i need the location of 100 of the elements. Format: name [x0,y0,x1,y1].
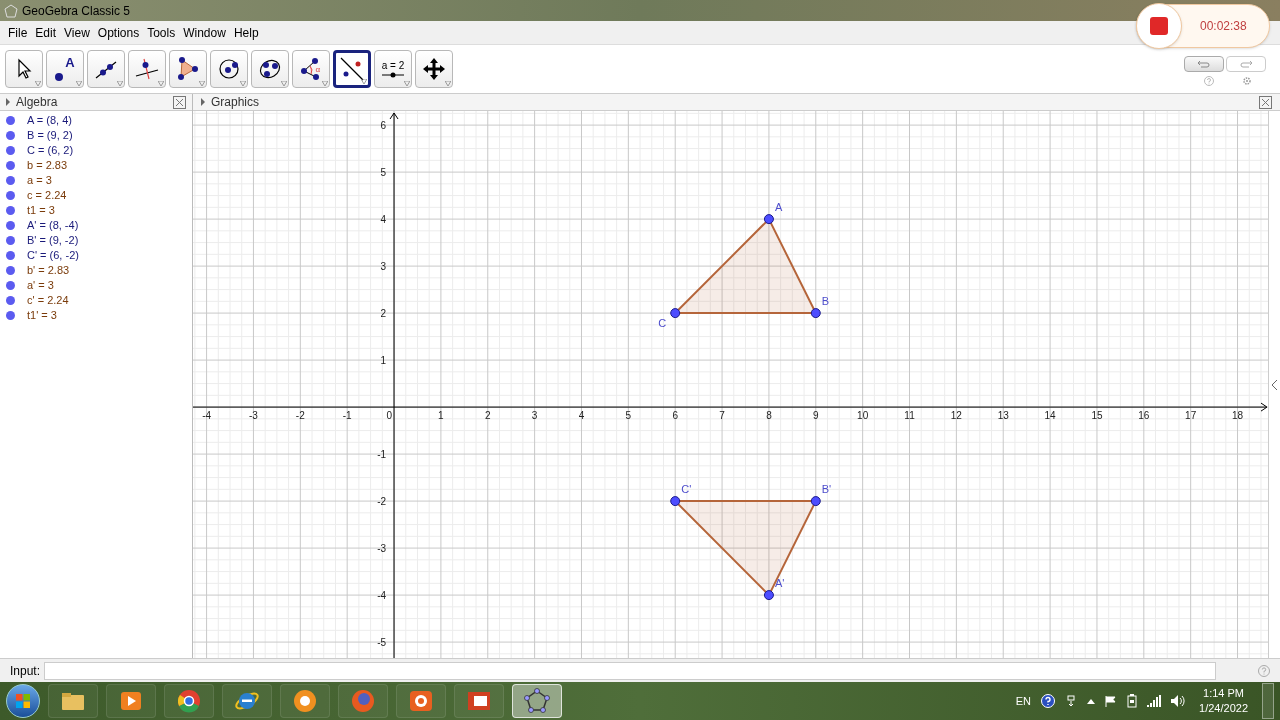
axis-tick-label: 13 [997,410,1009,422]
start-button[interactable] [6,684,40,718]
dropdown-triangle-icon [281,81,287,86]
tool-button[interactable] [128,50,166,88]
speaker-icon[interactable] [1171,695,1186,707]
dropdown-triangle-icon [322,81,328,86]
tool-button[interactable] [87,50,125,88]
tool-button[interactable] [5,50,43,88]
point [670,308,681,319]
point [810,308,821,319]
panel-title: Algebra [16,94,58,111]
axis-tick-label: 3 [531,410,538,422]
tool-button[interactable]: A [46,50,84,88]
algebra-entry[interactable]: t1' = 3 [27,307,57,324]
input-field[interactable] [44,661,1217,680]
recording-time: 00:02:38 [1200,18,1247,35]
axis-tick-label: 12 [950,410,962,422]
flag-icon[interactable] [1105,695,1118,707]
algebra-entry[interactable]: B' = (9, -2) [27,232,79,249]
redo-icon [1239,60,1253,68]
perpendicular-line-icon [134,56,160,82]
menu-item[interactable]: Edit [31,23,61,42]
algebra-entry[interactable]: b = 2.83 [27,157,68,174]
taskbar-button[interactable] [222,684,272,718]
algebra-entry[interactable]: C = (6, 2) [27,142,74,159]
algebra-entry[interactable]: a = 3 [27,172,52,189]
settings-icon[interactable] [1242,76,1252,86]
dropdown-triangle-icon [158,81,164,86]
tool-button[interactable]: α [292,50,330,88]
axis-tick-label: 1 [380,355,387,367]
language-indicator[interactable]: EN [1015,692,1032,710]
triangle[interactable] [670,496,821,601]
menu-item[interactable]: Window [179,23,230,42]
tool-button[interactable] [415,50,453,88]
caret-up-icon[interactable] [1087,698,1096,704]
collapse-triangle-icon[interactable] [6,98,10,106]
algebra-entry[interactable]: t1 = 3 [27,202,55,219]
taskbar-button[interactable] [280,684,330,718]
point-label: B' [821,483,832,496]
axis-tick-label: 5 [380,167,387,179]
tool-button[interactable]: a = 2 [374,50,412,88]
tool-button[interactable] [251,50,289,88]
clock[interactable]: 1:14 PM 1/24/2022 [1195,686,1252,716]
move-arrows-icon [421,56,447,82]
point-label: C' [681,483,692,496]
tool-button[interactable] [169,50,207,88]
taskbar-button[interactable] [512,684,562,718]
dropdown-triangle-icon [76,81,82,86]
algebra-entry[interactable]: a' = 3 [27,277,54,294]
graphics-canvas[interactable]: -4 -3 -2 -1 0 1 2 3 4 5 6 7 8 9 10 11 12 13 14 15 16 17 18 -5 -4 -3 -2 -1 1 2 3 4 5 6 A B C C' B' A' [193,111,1268,659]
menu-item[interactable]: Help [229,23,263,42]
axis-tick-label: 6 [380,120,387,132]
pentagon-icon [523,687,551,715]
algebra-entry[interactable]: A' = (8, -4) [27,217,79,234]
browser-icon [175,687,203,715]
taskbar-button[interactable] [454,684,504,718]
axis-tick-label: 18 [1232,410,1244,422]
axis-tick-label: 2 [380,308,387,320]
menu-item[interactable]: View [60,23,94,42]
tool-button[interactable] [333,50,371,88]
dropdown-triangle-icon [240,81,246,86]
reflect-icon [339,56,365,82]
axis-tick-label: 15 [1091,410,1103,422]
signal-bars-icon[interactable] [1147,695,1162,707]
point [763,214,774,225]
axis-tick-label: 4 [380,214,387,226]
menu-item[interactable]: Options [93,23,144,42]
point [670,496,681,507]
axis-tick-label: 17 [1185,410,1197,422]
axis-tick-label: 4 [578,410,585,422]
axis-tick-label: 10 [857,410,869,422]
taskbar-button[interactable] [106,684,156,718]
axis-tick-label: 2 [485,410,491,422]
algebra-entry[interactable]: B = (9, 2) [27,127,73,144]
point-label: C [658,317,667,330]
tool-button[interactable] [210,50,248,88]
algebra-entry[interactable]: b' = 2.83 [27,262,70,279]
algebra-entry[interactable]: A = (8, 4) [27,112,72,129]
close-icon[interactable] [173,95,186,109]
collapse-triangle-icon[interactable] [201,98,205,106]
network-icon[interactable] [1065,695,1078,707]
algebra-entry[interactable]: C' = (6, -2) [27,247,79,264]
taskbar-button[interactable] [396,684,446,718]
axis-tick-label: 16 [1138,410,1150,422]
menu-item[interactable]: File [4,23,32,42]
taskbar-button[interactable] [164,684,214,718]
close-icon[interactable] [1259,95,1272,109]
taskbar-button[interactable] [48,684,98,718]
input-label: Input: [10,662,41,680]
axis-tick-label: -3 [377,543,387,555]
point-label: A [774,201,783,214]
axis-tick-label: 5 [625,410,632,422]
axis-tick-label: -4 [202,410,212,422]
battery-plug-icon[interactable] [1127,694,1138,708]
axis-tick-label: -2 [295,410,305,422]
algebra-entry[interactable]: c' = 2.24 [27,292,69,309]
ring-icon [291,687,319,715]
algebra-entry[interactable]: c = 2.24 [27,187,67,204]
triangle[interactable] [670,214,821,319]
menu-item[interactable]: Tools [143,23,180,42]
